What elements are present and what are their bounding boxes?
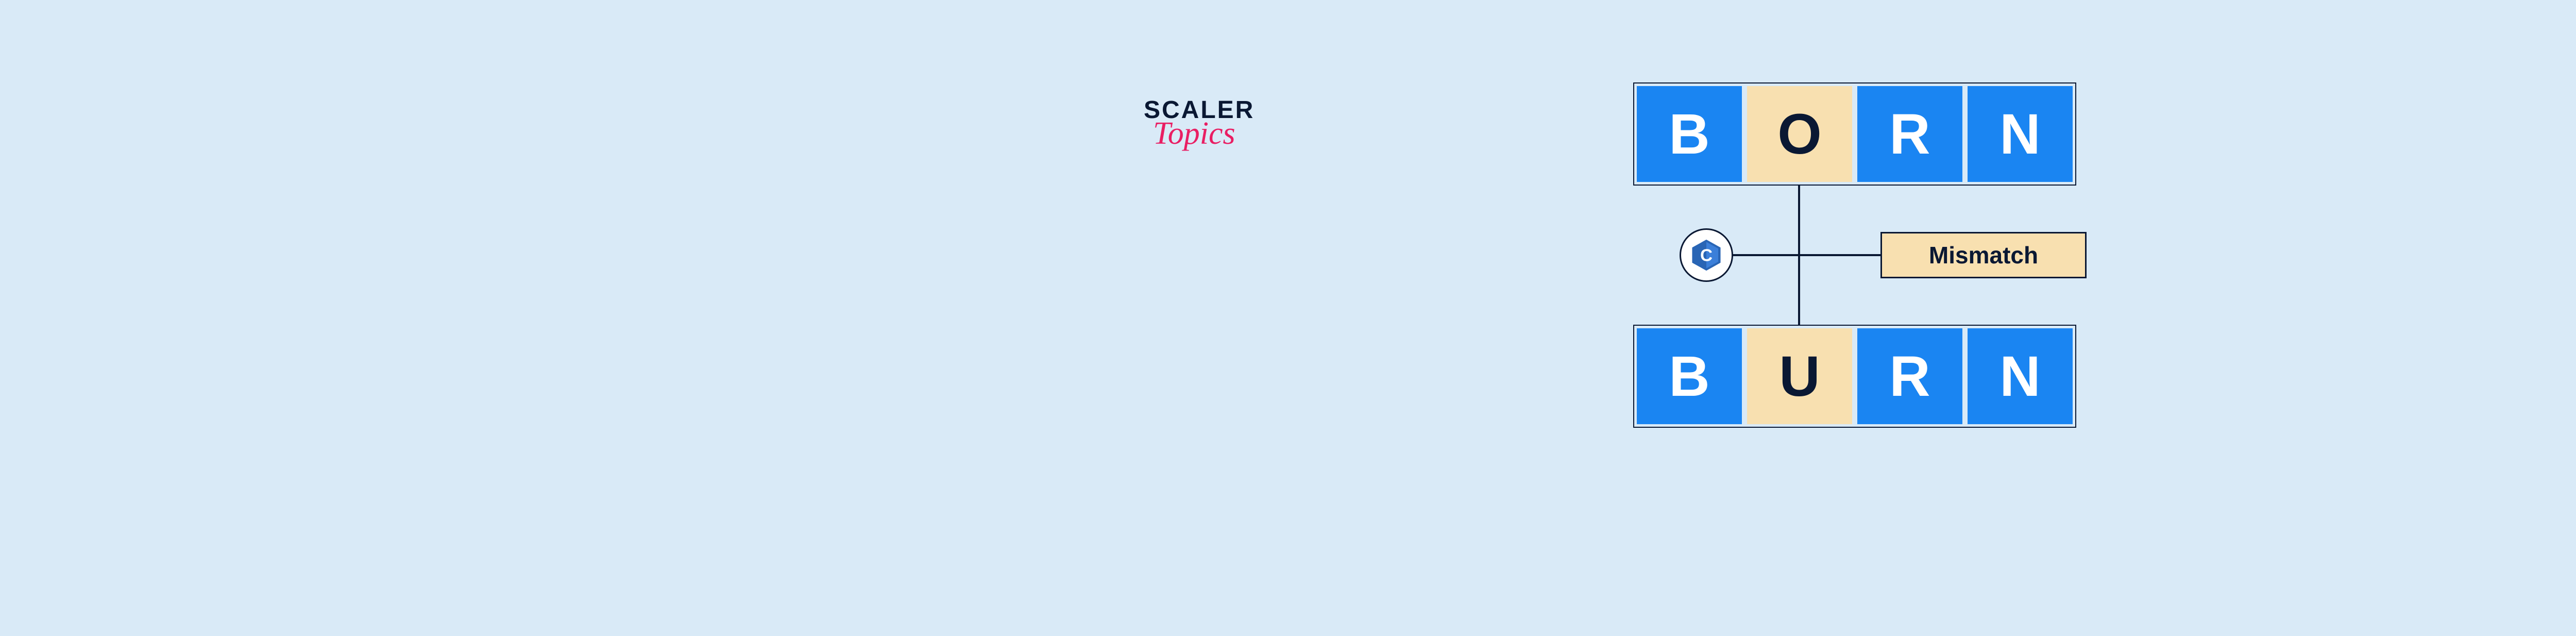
letter-cell-highlight: U (1744, 326, 1855, 427)
letter-cell: N (1965, 83, 2075, 185)
svg-text:C: C (1700, 246, 1713, 265)
letter-cell: B (1634, 83, 1744, 185)
letter-cell: R (1855, 326, 1965, 427)
letter-cell: R (1855, 83, 1965, 185)
c-language-badge: C (1680, 228, 1733, 282)
letter-cell-highlight: O (1744, 83, 1855, 185)
word-bottom-row: B U R N (1633, 325, 2076, 428)
c-hexagon-icon: C (1690, 239, 1723, 272)
mismatch-label: Mismatch (1880, 232, 2087, 278)
word-top-row: B O R N (1633, 82, 2076, 186)
scaler-topics-logo: SCALER Topics (1144, 98, 1255, 149)
string-comparison-diagram: B O R N C Mismatch B U R N (1633, 82, 2076, 428)
connector-section: C Mismatch (1633, 186, 2076, 325)
letter-cell: N (1965, 326, 2075, 427)
letter-cell: B (1634, 326, 1744, 427)
